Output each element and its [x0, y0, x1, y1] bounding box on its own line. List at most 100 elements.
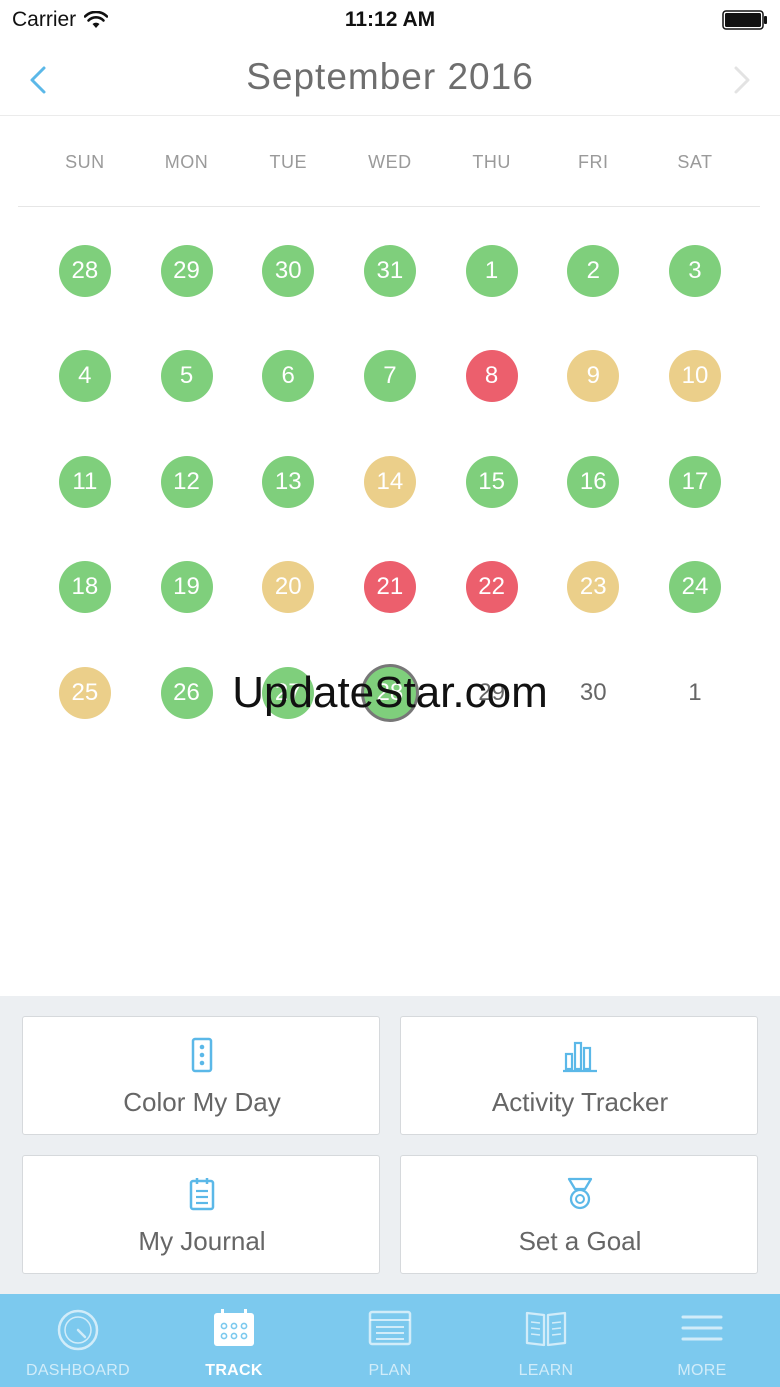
- calendar-grid: 28 29 30 31 1 2 3 4 5 6 7 8 9 10 11 12 13 14 15 16 17 18 19 20 2…: [34, 218, 746, 746]
- color-my-day-label: Color My Day: [123, 1087, 281, 1117]
- calendar-day[interactable]: 6: [262, 350, 315, 403]
- calendar-day[interactable]: 1: [465, 244, 518, 297]
- color-my-day-button[interactable]: Color My Day: [22, 1016, 380, 1135]
- action-panel: Color My Day Activity Tracker My Journal: [0, 996, 780, 1294]
- calendar-day[interactable]: 16: [567, 455, 620, 508]
- tab-more[interactable]: MORE: [624, 1294, 780, 1387]
- calendar-day-cell: 9: [542, 350, 644, 403]
- hamburger-menu-icon: [681, 1315, 723, 1341]
- activity-tracker-button[interactable]: Activity Tracker: [400, 1016, 758, 1135]
- status-bar: Carrier 11:12 AM: [0, 0, 780, 40]
- tab-label: LEARN: [518, 1362, 574, 1379]
- divider: [18, 206, 760, 207]
- calendar-day-cell: 10: [644, 350, 746, 403]
- calendar-day[interactable]: 14: [363, 455, 416, 508]
- weekday-label: FRI: [578, 152, 609, 172]
- calendar-day-cell: 12: [136, 455, 238, 508]
- calendar-day-cell: 30: [237, 244, 339, 297]
- calendar-day-cell: 21: [339, 561, 441, 614]
- calendar-day[interactable]: 12: [160, 455, 213, 508]
- calendar-day-cell: 19: [136, 561, 238, 614]
- calendar-day[interactable]: 26: [160, 666, 213, 719]
- tab-track[interactable]: TRACK: [156, 1294, 312, 1387]
- my-journal-button[interactable]: My Journal: [22, 1155, 380, 1274]
- month-title: September 2016: [246, 56, 534, 97]
- weekday-label: SAT: [677, 152, 713, 172]
- calendar-week-row: 4 5 6 7 8 9 10: [34, 324, 746, 430]
- calendar-day-cell: 24: [644, 561, 746, 614]
- calendar-day[interactable]: 25: [58, 666, 111, 719]
- next-month-chevron-icon[interactable]: [722, 60, 758, 100]
- medal-icon: [567, 1177, 593, 1210]
- calendar-day[interactable]: 1: [669, 667, 721, 719]
- calendar-day[interactable]: 29: [466, 667, 518, 719]
- calendar-day[interactable]: 24: [668, 561, 721, 614]
- calendar-day[interactable]: 23: [567, 561, 620, 614]
- calendar-day-cell: 11: [34, 455, 136, 508]
- calendar-day[interactable]: 19: [160, 561, 213, 614]
- calendar-day-cell: 27: [237, 666, 339, 719]
- calendar-day[interactable]: 22: [465, 561, 518, 614]
- calendar-day-cell: 1: [441, 244, 543, 297]
- month-header: September 2016: [0, 40, 780, 116]
- calendar-week-row: 28 29 30 31 1 2 3: [34, 218, 746, 324]
- calendar-day[interactable]: 21: [363, 561, 416, 614]
- calendar-day[interactable]: 31: [363, 244, 416, 297]
- weekday-header: SUN MON TUE WED THU FRI SAT: [34, 140, 746, 184]
- weekday-label: TUE: [269, 152, 307, 172]
- calendar-day[interactable]: 11: [58, 455, 111, 508]
- calendar-day[interactable]: 17: [668, 455, 721, 508]
- calendar-day-cell: 2: [542, 244, 644, 297]
- calendar-day-cell: 30: [542, 667, 644, 719]
- calendar-day[interactable]: 8: [465, 350, 518, 403]
- calendar-day[interactable]: 2: [567, 244, 620, 297]
- calendar-day-cell: 28: [339, 666, 441, 719]
- tab-bar: DASHBOARD TRACK PLAN LEARN MORE: [0, 1294, 780, 1387]
- gauge-icon: [57, 1309, 99, 1351]
- tab-learn[interactable]: LEARN: [468, 1294, 624, 1387]
- calendar-day-today[interactable]: 28: [363, 666, 416, 719]
- calendar-day[interactable]: 9: [567, 350, 620, 403]
- calendar-day[interactable]: 27: [262, 666, 315, 719]
- calendar-day[interactable]: 30: [262, 244, 315, 297]
- calendar-day-cell: 25: [34, 666, 136, 719]
- book-icon: [525, 1311, 567, 1347]
- calendar-day[interactable]: 18: [58, 561, 111, 614]
- tab-label: DASHBOARD: [25, 1362, 131, 1379]
- calendar-day-cell: 4: [34, 350, 136, 403]
- calendar-day[interactable]: 13: [262, 455, 315, 508]
- calendar-day-cell: 3: [644, 244, 746, 297]
- calendar-day[interactable]: 7: [363, 350, 416, 403]
- calendar-day-cell: 26: [136, 666, 238, 719]
- battery-icon: [722, 10, 767, 30]
- calendar-week-row: 25 26 27 28 29 30 1: [34, 640, 746, 746]
- calendar-day-cell: 18: [34, 561, 136, 614]
- calendar-day-cell: 23: [542, 561, 644, 614]
- set-a-goal-label: Set a Goal: [518, 1226, 642, 1256]
- calendar-day-cell: 29: [441, 667, 543, 719]
- calendar-day-cell: 16: [542, 455, 644, 508]
- calendar-day-cell: 29: [136, 244, 238, 297]
- weekday-label: WED: [368, 152, 412, 172]
- journal-icon: [189, 1178, 215, 1211]
- tab-dashboard[interactable]: DASHBOARD: [0, 1294, 156, 1387]
- calendar-day-cell: 31: [339, 244, 441, 297]
- tab-label: PLAN: [368, 1362, 412, 1379]
- calendar-day[interactable]: 29: [160, 244, 213, 297]
- calendar-day[interactable]: 4: [58, 350, 111, 403]
- calendar-day-cell: 1: [644, 667, 746, 719]
- calendar-day[interactable]: 3: [668, 244, 721, 297]
- calendar-day[interactable]: 5: [160, 350, 213, 403]
- set-a-goal-button[interactable]: Set a Goal: [400, 1155, 758, 1274]
- calendar-day-cell: 6: [237, 350, 339, 403]
- calendar-day-cell: 22: [441, 561, 543, 614]
- calendar-day[interactable]: 15: [465, 455, 518, 508]
- tab-plan[interactable]: PLAN: [312, 1294, 468, 1387]
- calendar-day-cell: 7: [339, 350, 441, 403]
- calendar-day[interactable]: 30: [567, 667, 619, 719]
- clock: 11:12 AM: [344, 8, 436, 31]
- calendar-day[interactable]: 28: [58, 244, 111, 297]
- calendar-icon: [214, 1309, 254, 1346]
- calendar-day[interactable]: 10: [668, 350, 721, 403]
- calendar-day[interactable]: 20: [262, 561, 315, 614]
